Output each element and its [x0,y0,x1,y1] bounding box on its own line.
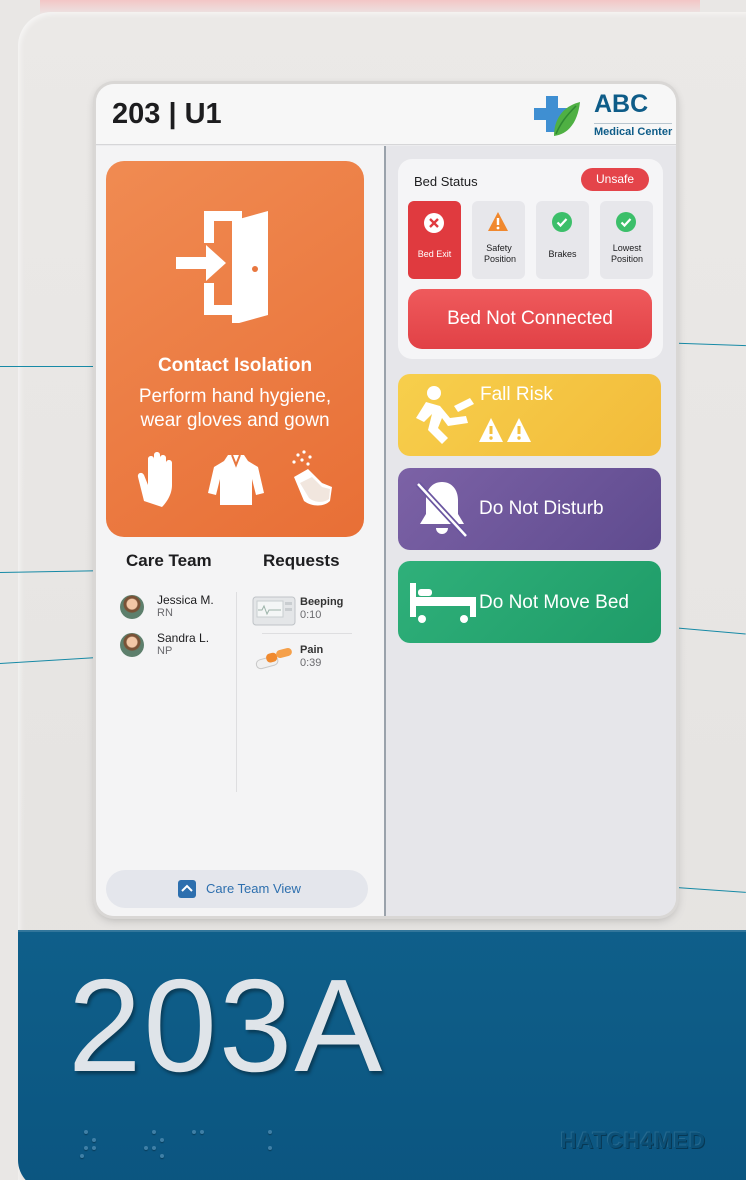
medical-cross-leaf-icon [534,96,580,136]
x-circle-icon [424,213,444,233]
member-role: RN [157,607,173,619]
isolation-line-1: Perform hand hygiene, [138,386,332,407]
left-pane: Contact Isolation Perform hand hygiene, … [96,146,384,916]
avatar [120,595,144,619]
door-exit-icon [176,211,268,323]
request-label: Pain [300,644,324,656]
care-team-heading: Care Team [126,551,212,570]
fall-risk-card[interactable]: Fall Risk [398,374,661,456]
chevron-up-icon [178,880,196,898]
member-name: Jessica M. [157,593,214,607]
tile-label: Brakes [548,249,577,259]
requests-heading: Requests [263,551,340,570]
fall-risk-label: Fall Risk [480,384,553,405]
header: 203 | U1 ABC Medical Center [96,84,676,145]
tile-label: Safety Position [484,243,517,264]
do-not-move-bed-card[interactable]: Do Not Move Bed [398,561,661,643]
hand-glove-icon [137,452,172,507]
avatar [120,633,144,657]
bell-off-icon [415,481,469,539]
do-not-disturb-label: Do Not Disturb [479,498,604,519]
hand-wash-icon [292,450,332,506]
lowest-position-tile[interactable]: Lowest Position [600,201,653,279]
bed-icon [410,583,476,623]
request-time: 0:10 [300,609,322,621]
member-name: Sandra L. [157,631,210,645]
warning-triangle-icon [488,212,508,231]
bed-status-title: Bed Status [414,174,478,189]
bed-exit-tile[interactable]: Bed Exit [408,201,461,279]
tile-label: Bed Exit [417,249,452,259]
safety-position-tile[interactable]: Safety Position [472,201,525,279]
right-pane: Bed Status Unsafe Bed Exit Safety Positi… [386,146,676,916]
room-number: 203A [68,952,385,1099]
logo-subtitle: Medical Center [594,123,673,138]
column-divider [236,592,237,792]
isolation-description: Perform hand hygiene, wear gloves and go… [106,385,364,433]
brakes-tile[interactable]: Brakes [536,201,589,279]
falling-person-icon [416,386,474,444]
bed-not-connected-banner[interactable]: Bed Not Connected [408,289,652,349]
check-circle-icon [616,212,636,232]
status-badge: Unsafe [581,168,649,191]
warning-triangle-icon [479,418,531,442]
gown-icon [208,454,264,505]
page-title: 203 | U1 [112,98,222,130]
member-role: NP [157,645,173,657]
isolation-line-2: wear gloves and gown [140,410,330,431]
isolation-title: Contact Isolation [157,355,313,376]
care-team-view-button[interactable]: Care Team View [106,870,368,908]
brand-mark: HATCH4MED [560,1128,706,1153]
do-not-disturb-card[interactable]: Do Not Disturb [398,468,661,550]
patient-screen: 203 | U1 ABC Medical Center Contact Isol… [96,84,676,916]
callout-line [0,366,110,367]
care-team-view-label: Care Team View [206,881,301,896]
logo-name: ABC [594,90,649,118]
bed-status-card: Bed Status Unsafe Bed Exit Safety Positi… [398,159,663,359]
do-not-move-bed-label: Do Not Move Bed [479,592,629,613]
request-divider [262,633,352,634]
tile-label: Lowest Position [610,243,644,264]
request-label: Beeping [300,596,344,608]
pills-icon [255,647,292,670]
isolation-card[interactable]: Contact Isolation Perform hand hygiene, … [106,161,364,537]
request-time: 0:39 [300,657,322,669]
check-circle-icon [552,212,572,232]
logo: ABC Medical Center [532,90,673,140]
monitor-icon [252,596,296,626]
